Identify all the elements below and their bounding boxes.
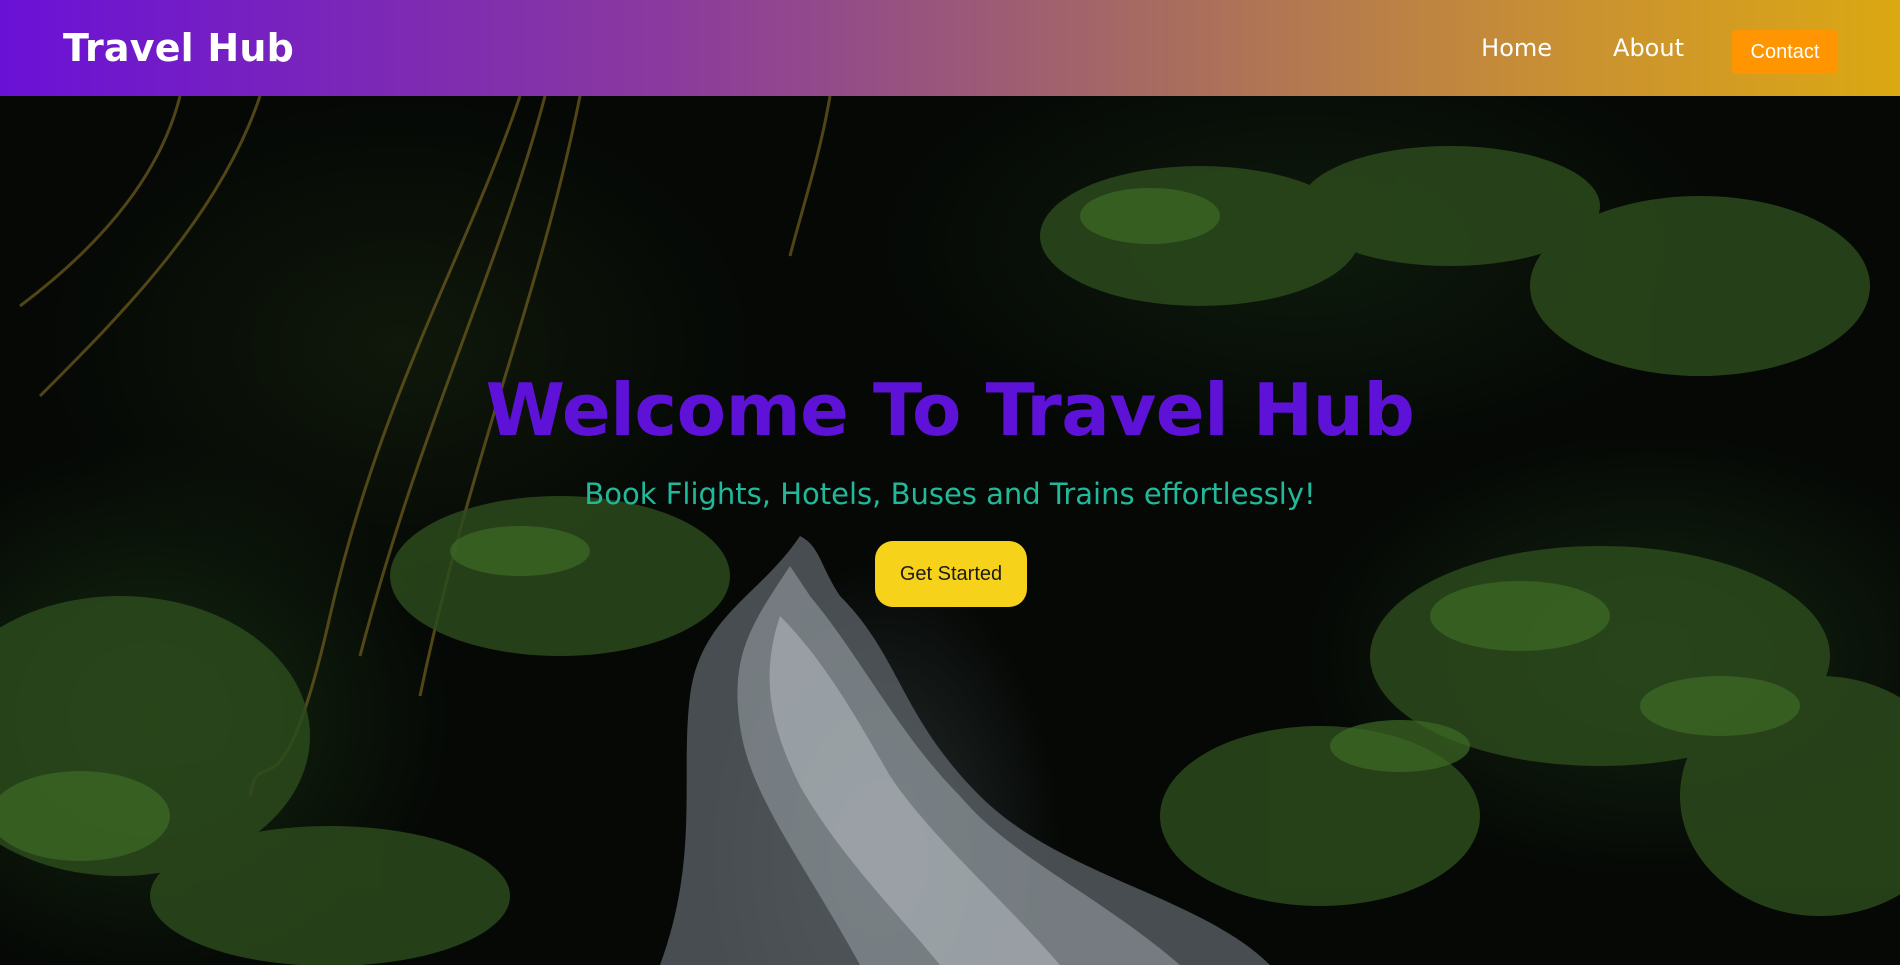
hero-section: Welcome To Travel Hub Book Flights, Hote… [0, 96, 1900, 965]
hero-title: Welcome To Travel Hub [485, 368, 1415, 452]
get-started-button[interactable]: Get Started [875, 541, 1027, 607]
top-navbar: Travel Hub Home About Contact [0, 0, 1900, 96]
nav-link-home[interactable]: Home [1481, 34, 1552, 62]
hero-subtitle: Book Flights, Hotels, Buses and Trains e… [584, 477, 1316, 511]
brand-logo-text[interactable]: Travel Hub [63, 26, 294, 70]
nav-link-about[interactable]: About [1613, 34, 1684, 62]
contact-button[interactable]: Contact [1732, 30, 1838, 74]
hero-content: Welcome To Travel Hub Book Flights, Hote… [0, 96, 1900, 965]
nav-links: Home About Contact [1481, 26, 1838, 74]
